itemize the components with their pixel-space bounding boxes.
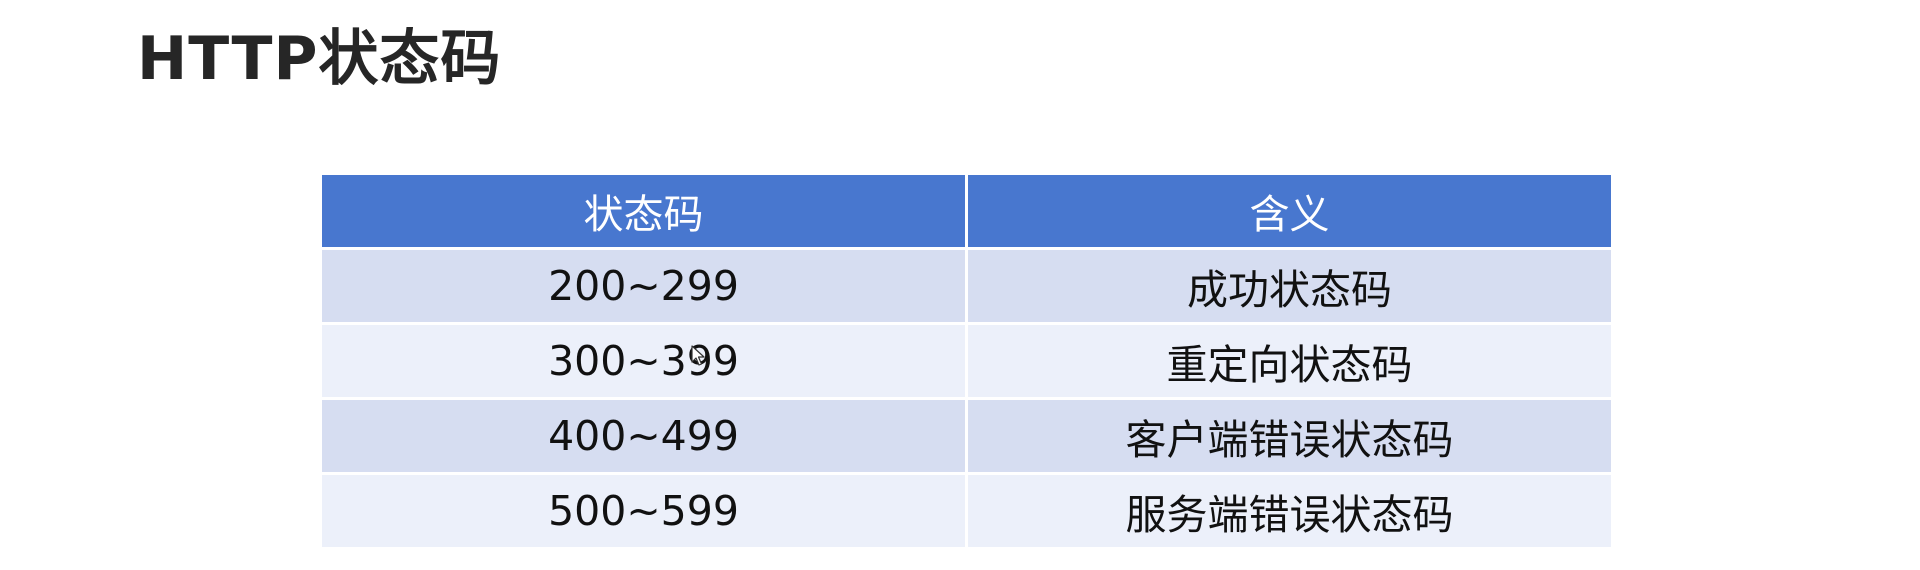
table-row: 500~599 服务端错误状态码 xyxy=(322,472,1611,550)
status-code-cell: 200~299 xyxy=(322,247,968,325)
status-code-cell: 300~399 xyxy=(322,322,968,400)
table-row: 300~399 重定向状态码 xyxy=(322,322,1611,400)
status-code-cell: 400~499 xyxy=(322,397,968,475)
status-code-table: 状态码 含义 200~299 成功状态码 300~399 重定向状态码 400~… xyxy=(322,175,1611,550)
column-header-status-code: 状态码 xyxy=(322,175,968,250)
table-row: 400~499 客户端错误状态码 xyxy=(322,397,1611,475)
table-row: 200~299 成功状态码 xyxy=(322,247,1611,325)
meaning-cell: 客户端错误状态码 xyxy=(965,397,1611,475)
meaning-cell: 服务端错误状态码 xyxy=(965,472,1611,550)
slide: HTTP状态码 状态码 含义 200~299 成功状态码 300~399 重定向… xyxy=(0,0,1920,570)
meaning-cell: 成功状态码 xyxy=(965,247,1611,325)
meaning-cell: 重定向状态码 xyxy=(965,322,1611,400)
column-header-meaning: 含义 xyxy=(965,175,1611,250)
table-header-row: 状态码 含义 xyxy=(322,175,1611,250)
status-code-cell: 500~599 xyxy=(322,472,968,550)
page-title: HTTP状态码 xyxy=(137,24,502,94)
mouse-pointer-icon xyxy=(691,345,705,366)
